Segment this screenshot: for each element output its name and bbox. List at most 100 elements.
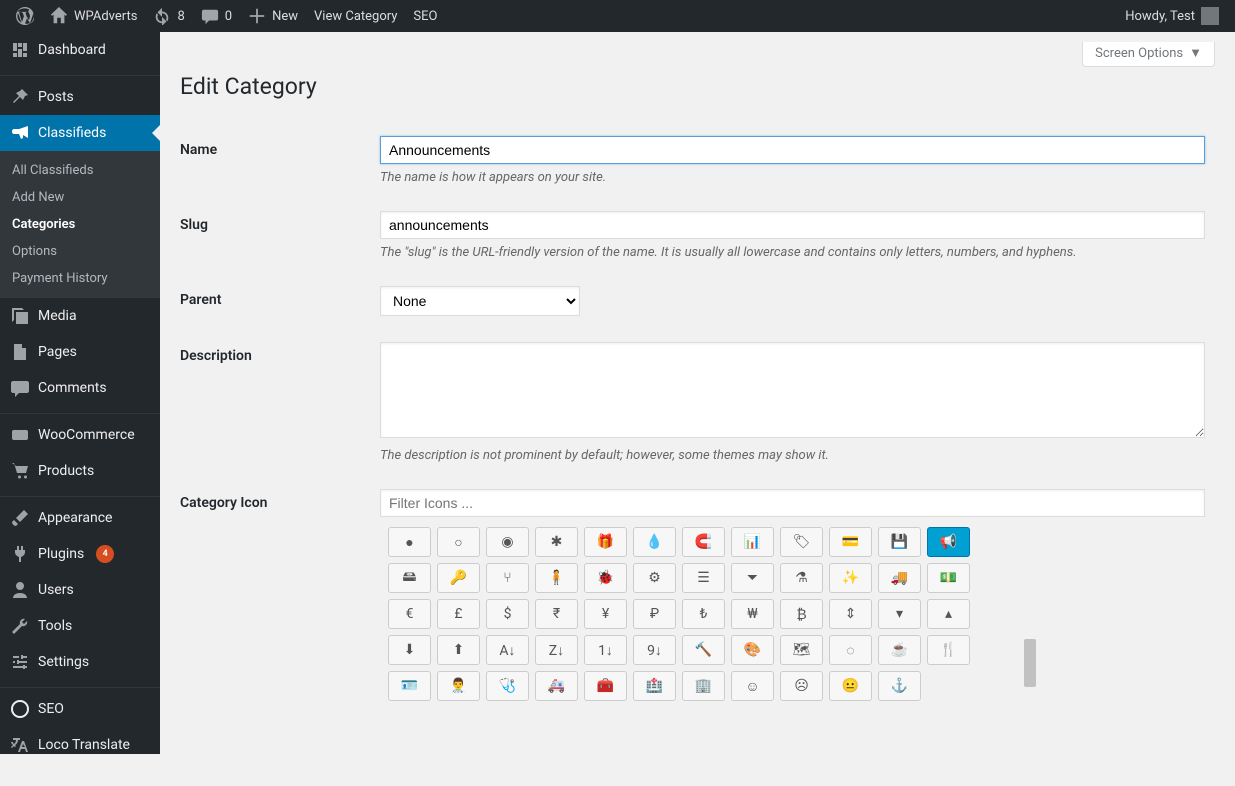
icon-flask[interactable]: ⚗ <box>780 563 823 593</box>
icon-medkit[interactable]: 🧰 <box>584 671 627 701</box>
icon-gbp[interactable]: £ <box>437 599 480 629</box>
icon-truck[interactable]: 🚚 <box>878 563 921 593</box>
icon-building[interactable]: 🏢 <box>682 671 725 701</box>
icon-palette[interactable]: 🎨 <box>731 635 774 665</box>
sub-categories[interactable]: Categories <box>0 211 160 238</box>
icon-smile[interactable]: ☺ <box>731 671 774 701</box>
description-textarea[interactable] <box>380 342 1205 438</box>
sub-all-classifieds[interactable]: All Classifieds <box>0 157 160 184</box>
icon-user-md[interactable]: 👨‍⚕️ <box>437 671 480 701</box>
updates[interactable]: 8 <box>145 0 192 32</box>
icon-sort[interactable]: ⇕ <box>829 599 872 629</box>
icon-sort-number-down[interactable]: 1↓ <box>584 635 627 665</box>
icon-circle[interactable]: ● <box>388 527 431 557</box>
wrench-icon <box>10 616 30 636</box>
icon-dot-circle[interactable]: ◉ <box>486 527 529 557</box>
icon-magic[interactable]: ✨ <box>829 563 872 593</box>
site-name[interactable]: WPAdverts <box>42 0 145 32</box>
icon-stethoscope[interactable]: 🩺 <box>486 671 529 701</box>
user-icon <box>10 580 30 600</box>
menu-loco[interactable]: Loco Translate <box>0 727 160 754</box>
icon-btc[interactable]: ₿ <box>780 599 823 629</box>
slug-input[interactable] <box>380 211 1205 239</box>
icon-usd[interactable]: $ <box>486 599 529 629</box>
icon-ambulance[interactable]: 🚑 <box>535 671 578 701</box>
menu-seo[interactable]: SEO <box>0 691 160 727</box>
menu-media[interactable]: Media <box>0 298 160 334</box>
menu-settings[interactable]: Settings <box>0 644 160 680</box>
main-content: Screen Options ▼ Edit Category Name The … <box>160 32 1235 769</box>
icon-hdd[interactable]: 🖴 <box>388 563 431 593</box>
icon-coffee[interactable]: ☕ <box>878 635 921 665</box>
name-help: The name is how it appears on your site. <box>380 170 1205 185</box>
seo-menu[interactable]: SEO <box>405 0 445 32</box>
icon-spinner[interactable]: ◌ <box>829 635 872 665</box>
sub-payment-history[interactable]: Payment History <box>0 265 160 292</box>
icon-sitemap[interactable]: 🗺 <box>780 635 823 665</box>
icon-sort-number-up[interactable]: 9↓ <box>633 635 676 665</box>
screen-options-toggle[interactable]: Screen Options ▼ <box>1082 42 1215 67</box>
icon-key[interactable]: 🔑 <box>437 563 480 593</box>
icon-bug[interactable]: 🐞 <box>584 563 627 593</box>
icon-anchor[interactable]: ⚓ <box>878 671 921 701</box>
icon-try[interactable]: ₺ <box>682 599 725 629</box>
wp-logo[interactable] <box>8 0 42 32</box>
new-content[interactable]: New <box>240 0 306 32</box>
menu-users[interactable]: Users <box>0 572 160 608</box>
icon-bullhorn[interactable]: 📢 <box>927 527 970 557</box>
menu-dashboard[interactable]: Dashboard <box>0 32 160 68</box>
icon-id[interactable]: 🪪 <box>388 671 431 701</box>
icon-eur[interactable]: € <box>388 599 431 629</box>
name-label: Name <box>180 124 380 199</box>
icon-floppy[interactable]: 💾 <box>878 527 921 557</box>
icon-krw[interactable]: ₩ <box>731 599 774 629</box>
menu-products[interactable]: Products <box>0 453 160 489</box>
menu-woocommerce[interactable]: WooCommerce <box>0 417 160 453</box>
my-account[interactable]: Howdy, Test <box>1117 0 1227 32</box>
icon-tint[interactable]: 💧 <box>633 527 676 557</box>
icon-cog[interactable]: ⚙ <box>633 563 676 593</box>
icon-filter-input[interactable] <box>380 489 1205 517</box>
icon-money[interactable]: 💵 <box>927 563 970 593</box>
slug-label: Slug <box>180 199 380 274</box>
menu-tools[interactable]: Tools <box>0 608 160 644</box>
menu-comments[interactable]: Comments <box>0 370 160 406</box>
icon-sort-down[interactable]: ▾ <box>878 599 921 629</box>
comments-bubble[interactable]: 0 <box>193 0 240 32</box>
icon-sort-name-up[interactable]: ⬆ <box>437 635 480 665</box>
icon-sort-up[interactable]: ▴ <box>927 599 970 629</box>
icon-asterisk[interactable]: ✱ <box>535 527 578 557</box>
icon-circle-o[interactable]: ○ <box>437 527 480 557</box>
menu-classifieds[interactable]: Classifieds <box>0 115 160 151</box>
menu-posts[interactable]: Posts <box>0 79 160 115</box>
icon-inr[interactable]: ₹ <box>535 599 578 629</box>
menu-appearance[interactable]: Appearance <box>0 500 160 536</box>
icon-hammer[interactable]: 🔨 <box>682 635 725 665</box>
icon-rub[interactable]: ₽ <box>633 599 676 629</box>
icon-food[interactable]: 🍴 <box>927 635 970 665</box>
icon-jpy[interactable]: ¥ <box>584 599 627 629</box>
menu-plugins[interactable]: Plugins4 <box>0 536 160 572</box>
icon-list[interactable]: ☰ <box>682 563 725 593</box>
menu-pages[interactable]: Pages <box>0 334 160 370</box>
icon-magnet[interactable]: 🧲 <box>682 527 725 557</box>
sub-options[interactable]: Options <box>0 238 160 265</box>
icon-fork[interactable]: ⑂ <box>486 563 529 593</box>
icon-sort-alt-down[interactable]: A↓ <box>486 635 529 665</box>
icon-hospital[interactable]: 🏥 <box>633 671 676 701</box>
scrollbar[interactable] <box>1022 517 1038 735</box>
sub-add-new[interactable]: Add New <box>0 184 160 211</box>
icon-frown[interactable]: ☹ <box>780 671 823 701</box>
parent-select[interactable]: None <box>380 286 580 316</box>
icon-bar-chart[interactable]: 📊 <box>731 527 774 557</box>
icon-tag[interactable]: 🏷 <box>780 527 823 557</box>
icon-sort-alt-up[interactable]: Z↓ <box>535 635 578 665</box>
icon-filter[interactable]: ⏷ <box>731 563 774 593</box>
icon-child[interactable]: 🧍 <box>535 563 578 593</box>
icon-meh[interactable]: 😐 <box>829 671 872 701</box>
view-category[interactable]: View Category <box>306 0 405 32</box>
icon-gift[interactable]: 🎁 <box>584 527 627 557</box>
icon-credit-card[interactable]: 💳 <box>829 527 872 557</box>
name-input[interactable] <box>380 136 1205 164</box>
icon-sort-name-down[interactable]: ⬇ <box>388 635 431 665</box>
